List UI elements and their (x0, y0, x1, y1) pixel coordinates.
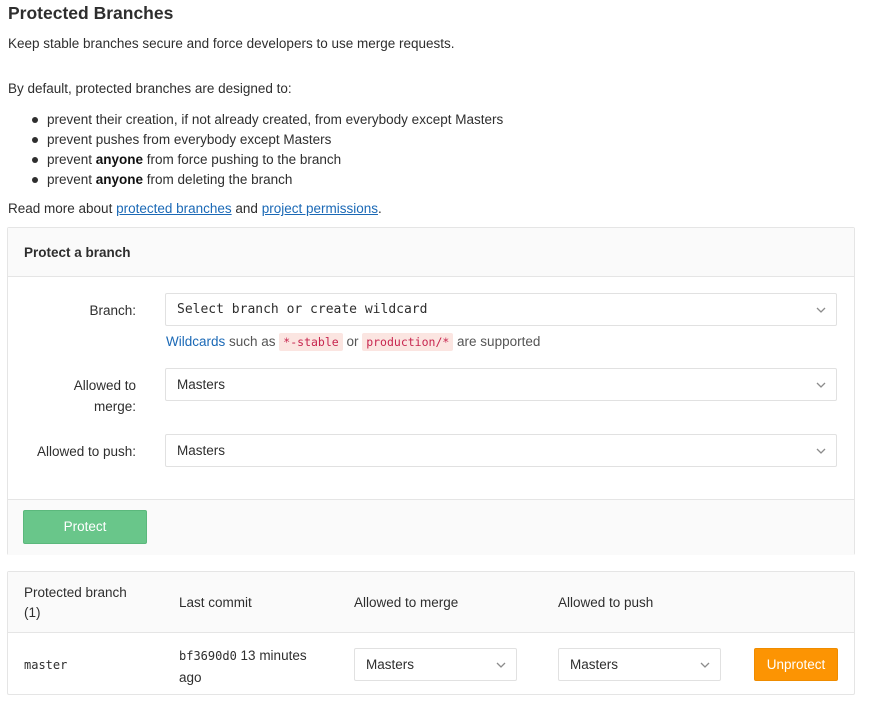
protected-branches-page: Protected Branches Keep stable branches … (0, 0, 874, 702)
list-item: prevent anyone from force pushing to the… (30, 150, 503, 170)
wildcard-hint: Wildcards such as *-stable or production… (166, 333, 541, 351)
unprotect-button[interactable]: Unprotect (754, 648, 838, 681)
protect-button[interactable]: Protect (23, 510, 147, 544)
bullet-icon (32, 117, 38, 123)
last-commit: bf3690d0 13 minutes ago (179, 648, 307, 685)
wildcards-link[interactable]: Wildcards (166, 334, 225, 349)
page-title: Protected Branches (8, 3, 174, 23)
chevron-down-icon (816, 382, 826, 388)
list-item: prevent their creation, if not already c… (30, 110, 503, 130)
bullet-icon (32, 137, 38, 143)
protected-branches-link[interactable]: protected branches (116, 201, 232, 216)
code-stable: *-stable (279, 333, 343, 351)
chevron-down-icon (700, 662, 710, 668)
branch-name: master (24, 658, 68, 672)
allowed-merge-label: Allowed to merge: (73, 378, 136, 414)
table-row: master bf3690d0 13 minutes ago Masters M… (8, 633, 854, 694)
bullet-icon (32, 157, 38, 163)
panel-header: Protect a branch (8, 228, 854, 277)
column-header-branch: Protected branch (1) (24, 585, 127, 620)
chevron-down-icon (816, 448, 826, 454)
page-subtitle: Keep stable branches secure and force de… (8, 36, 455, 51)
chevron-down-icon (816, 307, 826, 313)
chevron-down-icon (496, 662, 506, 668)
allowed-merge-value: Masters (177, 377, 226, 392)
column-header-last-commit: Last commit (179, 595, 252, 610)
read-more-text: Read more about protected branches and p… (8, 201, 382, 216)
bullet-icon (32, 177, 38, 183)
row-allowed-push-select[interactable]: Masters (558, 648, 721, 681)
project-permissions-link[interactable]: project permissions (262, 201, 378, 216)
table-header: Protected branch (1) Last commit Allowed… (8, 572, 854, 633)
allowed-merge-select[interactable]: Masters (165, 368, 837, 401)
allowed-push-label: Allowed to push: (36, 444, 136, 459)
code-production: production/* (362, 333, 454, 351)
allowed-push-value: Masters (177, 443, 226, 458)
list-item: prevent anyone from deleting the branch (30, 170, 503, 190)
protected-branches-table: Protected branch (1) Last commit Allowed… (7, 571, 855, 695)
intro-text: By default, protected branches are desig… (8, 81, 292, 96)
branch-select-value: Select branch or create wildcard (177, 302, 428, 317)
commit-sha-link[interactable]: bf3690d0 (179, 649, 237, 663)
list-item: prevent pushes from everybody except Mas… (30, 130, 503, 150)
protect-branch-panel: Protect a branch Branch: Select branch o… (7, 227, 855, 555)
branch-select[interactable]: Select branch or create wildcard (165, 293, 837, 326)
panel-title: Protect a branch (24, 245, 131, 260)
allowed-push-select[interactable]: Masters (165, 434, 837, 467)
row-allowed-merge-select[interactable]: Masters (354, 648, 517, 681)
branch-label: Branch: (89, 303, 136, 318)
column-header-allowed-push: Allowed to push (558, 595, 654, 610)
rules-list: prevent their creation, if not already c… (30, 110, 503, 190)
panel-footer: Protect (8, 499, 854, 555)
column-header-allowed-merge: Allowed to merge (354, 595, 459, 610)
